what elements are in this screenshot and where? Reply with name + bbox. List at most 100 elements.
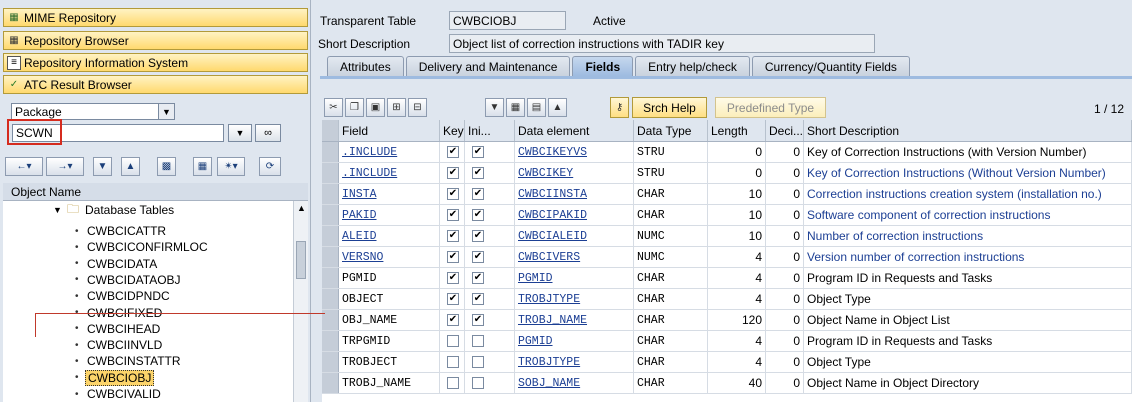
atc-result-browser-button[interactable]: ✓ ATC Result Browser — [3, 75, 308, 94]
field-name-cell[interactable]: TRPGMID — [339, 331, 440, 351]
initial-checkbox[interactable]: ✔ — [472, 314, 484, 326]
forward-button[interactable]: →▾ — [46, 157, 84, 176]
row-selector[interactable] — [322, 142, 339, 162]
tree-item[interactable]: • CWBCICONFIRMLOC — [3, 239, 293, 255]
column-header[interactable]: Short Description — [804, 120, 1132, 141]
object-type-select[interactable]: Package ▼ — [11, 103, 175, 120]
tree-item[interactable]: • CWBCICATTR — [3, 223, 293, 239]
table-row[interactable]: .INCLUDE ✔ ✔ CWBCIKEY STRU 0 0 Key of Correctio… — [322, 163, 1132, 184]
tree-item[interactable]: • CWBCIVALID — [3, 386, 293, 402]
column-header[interactable]: Key — [440, 120, 465, 141]
tree-item[interactable]: • CWBCIDATA — [3, 256, 293, 272]
data-element-cell[interactable]: CWBCIKEY — [515, 163, 634, 183]
column-header[interactable]: Length — [708, 120, 766, 141]
field-name-cell[interactable]: TROBJ_NAME — [339, 373, 440, 393]
initial-checkbox[interactable]: ✔ — [472, 209, 484, 221]
search-help-button[interactable]: Srch Help — [632, 97, 707, 118]
row-selector[interactable] — [322, 184, 339, 204]
table-row[interactable]: TRPGMID PGMID CHAR 4 0 Program ID in Requests… — [322, 331, 1132, 352]
back-button[interactable]: ←▾ — [5, 157, 43, 176]
include-button[interactable]: ▤ — [527, 98, 546, 117]
tree-scrollbar[interactable]: ▲ — [293, 201, 308, 402]
data-element-link[interactable]: TROBJTYPE — [518, 356, 580, 369]
tab-entry-help-check[interactable]: Entry help/check — [635, 56, 750, 76]
initial-checkbox[interactable]: ✔ — [472, 167, 484, 179]
row-selector[interactable] — [322, 247, 339, 267]
field-name-cell[interactable]: OBJ_NAME — [339, 310, 440, 330]
table-row[interactable]: ALEID ✔ ✔ CWBCIALEID NUMC 10 0 Number of correc… — [322, 226, 1132, 247]
row-selector[interactable] — [322, 268, 339, 288]
tab-attributes[interactable]: Attributes — [327, 56, 404, 76]
insert-row-button[interactable]: ⊞ — [387, 98, 406, 117]
field-name-cell[interactable]: ALEID — [339, 226, 440, 246]
key-checkbox[interactable]: ✔ — [447, 209, 459, 221]
table-row[interactable]: TROBJECT TROBJTYPE CHAR 4 0 Object Type — [322, 352, 1132, 373]
chevron-down-icon[interactable]: ▼ — [53, 205, 62, 215]
initial-checkbox[interactable] — [472, 377, 484, 389]
initial-checkbox[interactable] — [472, 356, 484, 368]
column-header[interactable]: Field — [339, 120, 440, 141]
initial-checkbox[interactable]: ✔ — [472, 146, 484, 158]
data-element-link[interactable]: CWBCIKEY — [518, 167, 573, 180]
sort-up-button[interactable]: ▲ — [548, 98, 567, 117]
data-element-cell[interactable]: CWBCIVERS — [515, 247, 634, 267]
field-name-cell[interactable]: OBJECT — [339, 289, 440, 309]
repository-info-system-button[interactable]: ≡ Repository Information System — [3, 53, 308, 72]
tree-item[interactable]: • CWBCIDATAOBJ — [3, 272, 293, 288]
field-name-cell[interactable]: PGMID — [339, 268, 440, 288]
data-element-link[interactable]: SOBJ_NAME — [518, 377, 580, 390]
delete-row-button[interactable]: ⊟ — [408, 98, 427, 117]
data-element-cell[interactable]: PGMID — [515, 268, 634, 288]
initial-checkbox[interactable] — [472, 335, 484, 347]
key-checkbox[interactable] — [447, 356, 459, 368]
object-name-dropdown-button[interactable]: ▼ — [228, 124, 252, 142]
key-checkbox[interactable]: ✔ — [447, 293, 459, 305]
table-row[interactable]: PAKID ✔ ✔ CWBCIPAKID CHAR 10 0 Software compone… — [322, 205, 1132, 226]
tree-item[interactable]: • CWBCIHEAD — [3, 321, 293, 337]
data-element-link[interactable]: CWBCIINSTA — [518, 188, 587, 201]
data-element-cell[interactable]: PGMID — [515, 331, 634, 351]
tab-delivery-maintenance[interactable]: Delivery and Maintenance — [405, 56, 571, 76]
table-view-button[interactable]: ▦ — [506, 98, 525, 117]
data-element-cell[interactable]: TROBJTYPE — [515, 289, 634, 309]
display-button[interactable]: ∞ — [255, 124, 281, 142]
row-selector[interactable] — [322, 373, 339, 393]
tree-folder-database-tables[interactable]: ▼ 🗀 Database Tables — [3, 202, 293, 218]
key-checkbox[interactable]: ✔ — [447, 272, 459, 284]
data-element-link[interactable]: CWBCIPAKID — [518, 209, 587, 222]
data-element-cell[interactable]: TROBJTYPE — [515, 352, 634, 372]
row-selector[interactable] — [322, 331, 339, 351]
tree-item[interactable]: • CWBCINSTATTR — [3, 353, 293, 369]
scroll-up-icon[interactable]: ▲ — [297, 203, 306, 213]
chevron-down-icon[interactable]: ▼ — [158, 104, 174, 119]
table-row[interactable]: OBJ_NAME ✔ ✔ TROBJ_NAME CHAR 120 0 Object Name … — [322, 310, 1132, 331]
key-checkbox[interactable]: ✔ — [447, 251, 459, 263]
repository-browser-button[interactable]: ▦ Repository Browser — [3, 31, 308, 50]
initial-checkbox[interactable]: ✔ — [472, 230, 484, 242]
data-element-cell[interactable]: TROBJ_NAME — [515, 310, 634, 330]
data-element-cell[interactable]: SOBJ_NAME — [515, 373, 634, 393]
row-selector[interactable] — [322, 289, 339, 309]
field-name-cell[interactable]: .INCLUDE — [339, 142, 440, 162]
key-checkbox[interactable]: ✔ — [447, 167, 459, 179]
copy-button[interactable]: ❐ — [345, 98, 364, 117]
tab-currency-quantity-fields[interactable]: Currency/Quantity Fields — [751, 56, 910, 76]
table-row[interactable]: PGMID ✔ ✔ PGMID CHAR 4 0 Program ID in Requests… — [322, 268, 1132, 289]
column-header[interactable]: Data Type — [634, 120, 708, 141]
data-element-link[interactable]: CWBCIVERS — [518, 251, 580, 264]
data-element-cell[interactable]: CWBCIALEID — [515, 226, 634, 246]
field-name-cell[interactable]: VERSNO — [339, 247, 440, 267]
field-name-cell[interactable]: INSTA — [339, 184, 440, 204]
tree-item[interactable]: • CWBCIDPNDC — [3, 288, 293, 304]
tree-item[interactable]: • CWBCIOBJ — [3, 369, 293, 386]
find-button[interactable]: ▩ — [157, 157, 176, 176]
field-name-cell[interactable]: TROBJECT — [339, 352, 440, 372]
field-name-cell[interactable]: PAKID — [339, 205, 440, 225]
table-row[interactable]: OBJECT ✔ ✔ TROBJTYPE CHAR 4 0 Object Type — [322, 289, 1132, 310]
data-element-link[interactable]: CWBCIALEID — [518, 230, 587, 243]
key-checkbox[interactable]: ✔ — [447, 314, 459, 326]
select-all-cell[interactable] — [322, 120, 339, 141]
scroll-thumb[interactable] — [296, 241, 306, 279]
key-checkbox[interactable]: ✔ — [447, 230, 459, 242]
table-row[interactable]: .INCLUDE ✔ ✔ CWBCIKEYVS STRU 0 0 Key of Correct… — [322, 142, 1132, 163]
